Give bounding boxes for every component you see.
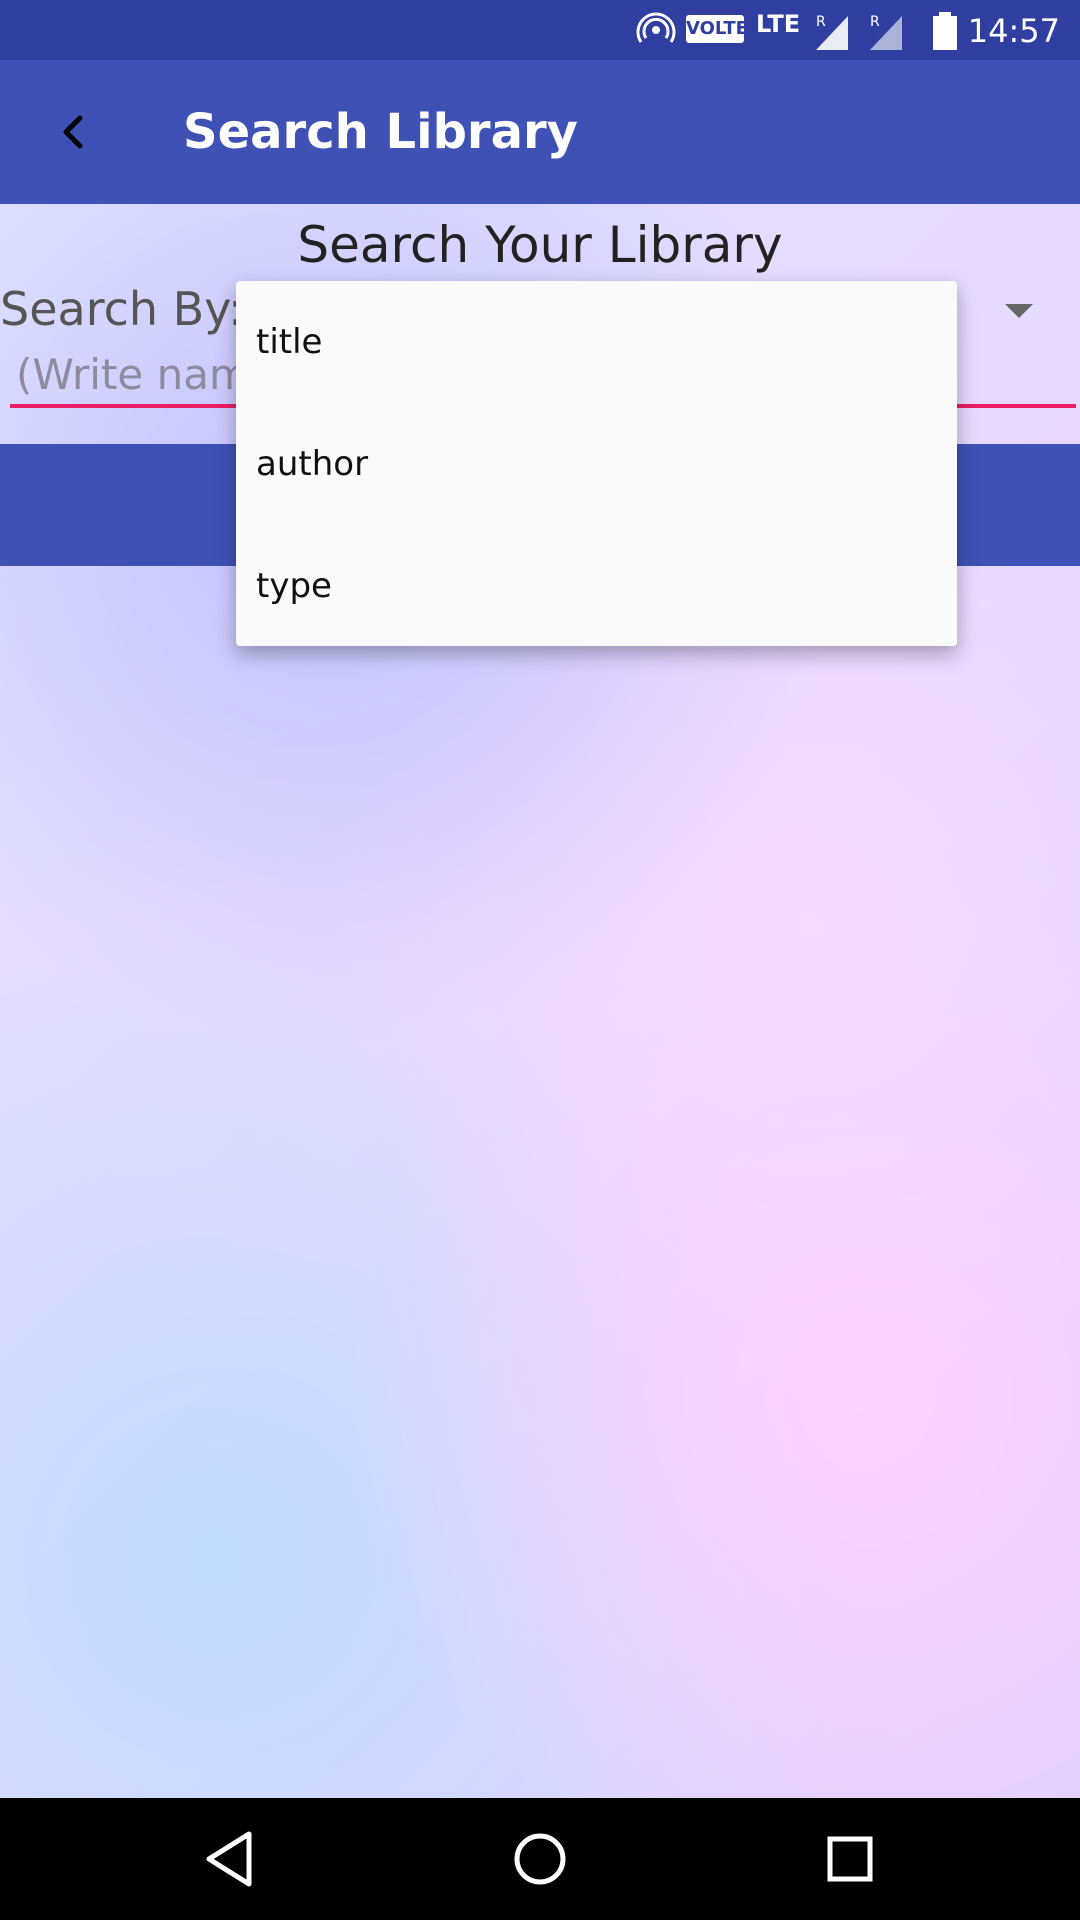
home-nav-icon[interactable] <box>507 1826 573 1892</box>
chevron-down-icon[interactable] <box>1005 304 1033 318</box>
svg-text:R: R <box>816 14 826 30</box>
status-time: 14:57 <box>967 12 1060 50</box>
navigation-bar <box>0 1798 1080 1920</box>
app-bar: Search Library <box>0 60 1080 204</box>
lte-label: LTE <box>756 10 801 38</box>
dropdown-option-type[interactable]: type <box>236 525 957 647</box>
volte-badge: VOLTE <box>686 15 748 43</box>
search-by-label: Search By: <box>0 282 244 336</box>
search-by-dropdown: title author type <box>236 281 957 646</box>
svg-text:R: R <box>870 14 880 30</box>
back-nav-icon[interactable] <box>197 1826 263 1892</box>
arrow-back-icon[interactable] <box>40 98 108 166</box>
hotspot-icon <box>636 12 676 43</box>
recents-nav-icon[interactable] <box>817 1826 883 1892</box>
battery-icon <box>933 12 957 50</box>
status-bar: VOLTE LTE R R 14:57 <box>0 0 1080 60</box>
dropdown-option-author[interactable]: author <box>236 403 957 525</box>
signal-icon: R <box>870 14 902 50</box>
dropdown-option-title[interactable]: title <box>236 281 957 403</box>
page-title: Search Library <box>183 104 578 160</box>
search-heading: Search Your Library <box>297 216 783 274</box>
signal-icon: R <box>816 14 848 50</box>
